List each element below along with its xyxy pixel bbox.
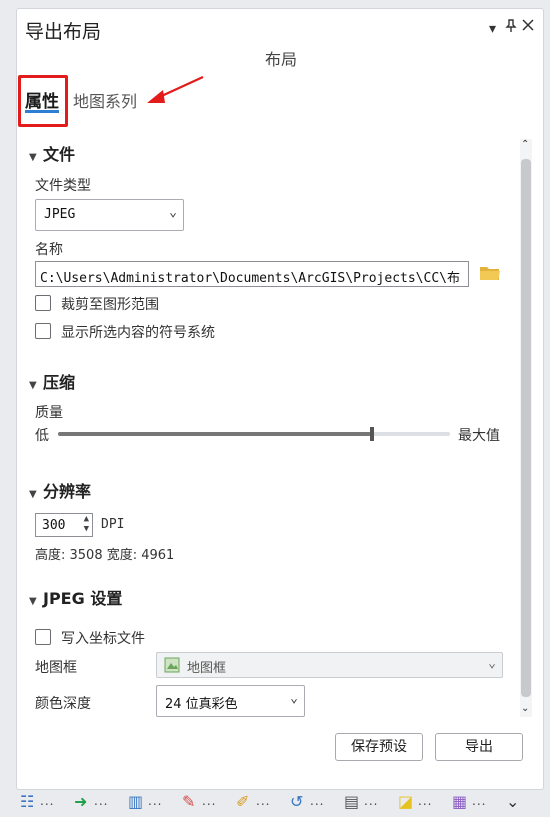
- file-type-select[interactable]: JPEG ⌄: [35, 199, 184, 231]
- quality-min-label: 低: [35, 428, 49, 444]
- scroll-up-icon[interactable]: ⌃: [521, 139, 529, 150]
- section-resolution-header[interactable]: ▼ 分辨率: [29, 478, 91, 502]
- history-icon[interactable]: ↺: [290, 792, 303, 811]
- edit-icon[interactable]: ✎: [182, 792, 195, 811]
- chevron-down-icon: ▼: [29, 380, 37, 391]
- more-options-icon[interactable]: ...: [256, 794, 270, 808]
- scroll-down-icon[interactable]: ⌄: [521, 703, 529, 714]
- pane-subtitle: 布局: [264, 50, 297, 69]
- symbology-checkbox[interactable]: [35, 323, 51, 339]
- quality-slider[interactable]: [58, 432, 450, 436]
- section-file-title: 文件: [43, 145, 76, 164]
- chevron-down-icon[interactable]: ⌄: [506, 792, 519, 811]
- color-depth-label: 颜色深度: [35, 696, 91, 712]
- more-options-icon[interactable]: ...: [202, 794, 216, 808]
- clip-label: 裁剪至图形范围: [61, 297, 159, 313]
- contents-icon[interactable]: ☷: [20, 792, 34, 811]
- save-preset-button[interactable]: 保存预设: [335, 733, 423, 761]
- map-frame-select[interactable]: 地图框 ⌄: [156, 652, 503, 678]
- more-options-icon[interactable]: ...: [472, 794, 486, 808]
- chevron-down-icon: ▼: [29, 489, 37, 500]
- arrow-right-icon[interactable]: ➜: [74, 792, 87, 811]
- more-options-icon[interactable]: ...: [94, 794, 108, 808]
- highlight-icon[interactable]: ◪: [398, 792, 413, 811]
- document-icon[interactable]: ▤: [344, 792, 359, 811]
- file-name-input[interactable]: C:\Users\Administrator\Documents\ArcGIS\…: [35, 261, 469, 287]
- chart-icon[interactable]: ▥: [128, 792, 143, 811]
- quality-slider-thumb[interactable]: [369, 427, 374, 441]
- quality-label: 质量: [35, 405, 63, 421]
- world-file-label: 写入坐标文件: [61, 631, 145, 647]
- map-frame-icon: [164, 657, 180, 677]
- tab-properties[interactable]: 属性: [25, 87, 59, 112]
- bottom-toolbar: ☷... ➜... ▥... ✎... ✐... ↺... ▤... ◪... ▦... ⌄: [0, 790, 550, 817]
- tab-map-series[interactable]: 地图系列: [73, 88, 137, 112]
- section-jpeg-header[interactable]: ▼ JPEG 设置: [29, 585, 122, 609]
- more-options-icon[interactable]: ...: [364, 794, 378, 808]
- symbology-label: 显示所选内容的符号系统: [61, 325, 215, 341]
- close-icon[interactable]: [521, 17, 535, 37]
- color-depth-value: 24 位真彩色: [165, 697, 238, 712]
- section-compression-header[interactable]: ▼ 压缩: [29, 369, 75, 393]
- dpi-stepper[interactable]: 300 ▲ ▼: [35, 513, 93, 537]
- color-depth-select[interactable]: 24 位真彩色 ⌄: [156, 685, 305, 717]
- more-options-icon[interactable]: ...: [418, 794, 432, 808]
- annotation-arrow-icon: [147, 76, 204, 103]
- section-jpeg-title: JPEG 设置: [43, 589, 123, 608]
- world-file-checkbox[interactable]: [35, 629, 51, 645]
- file-type-value: JPEG: [44, 207, 76, 222]
- clip-checkbox[interactable]: [35, 295, 51, 311]
- tab-active-indicator: [25, 110, 59, 113]
- more-options-icon[interactable]: ...: [40, 794, 54, 808]
- folder-open-icon[interactable]: [479, 264, 501, 286]
- map-frame-value: 地图框: [187, 661, 227, 676]
- export-layout-pane: 导出布局 ▾ 布局 属性 地图系列 ⌃ ⌄ ▼ 文件 文件类型 JPEG ⌄ 名称…: [16, 8, 544, 790]
- more-options-icon[interactable]: ...: [310, 794, 324, 808]
- pane-title: 导出布局: [25, 21, 102, 43]
- dpi-unit: DPI: [101, 517, 125, 532]
- stepper-arrows-icon[interactable]: ▲ ▼: [84, 514, 89, 534]
- pin-icon[interactable]: [505, 19, 517, 37]
- dpi-value: 300: [42, 518, 66, 533]
- image-size-text: 高度: 3508 宽度: 4961: [35, 548, 175, 563]
- export-button[interactable]: 导出: [435, 733, 523, 761]
- chevron-down-icon: ⌄: [290, 691, 298, 706]
- section-file-header[interactable]: ▼ 文件: [29, 141, 75, 165]
- section-compression-title: 压缩: [43, 373, 76, 392]
- chevron-down-icon[interactable]: ▾: [489, 21, 496, 37]
- map-frame-label: 地图框: [35, 660, 77, 676]
- quality-max-label: 最大值: [458, 428, 500, 444]
- quality-slider-fill: [58, 432, 372, 436]
- chevron-down-icon: ⌄: [488, 656, 496, 671]
- form-icon[interactable]: ▦: [452, 792, 467, 811]
- chevron-down-icon: ▼: [29, 152, 37, 163]
- section-resolution-title: 分辨率: [43, 482, 92, 501]
- chevron-down-icon: ⌄: [169, 205, 177, 220]
- scrollbar-thumb[interactable]: [521, 159, 531, 697]
- more-options-icon[interactable]: ...: [148, 794, 162, 808]
- name-label: 名称: [35, 242, 63, 258]
- chevron-down-icon: ▼: [29, 596, 37, 607]
- file-type-label: 文件类型: [35, 178, 91, 194]
- tag-icon[interactable]: ✐: [236, 792, 249, 811]
